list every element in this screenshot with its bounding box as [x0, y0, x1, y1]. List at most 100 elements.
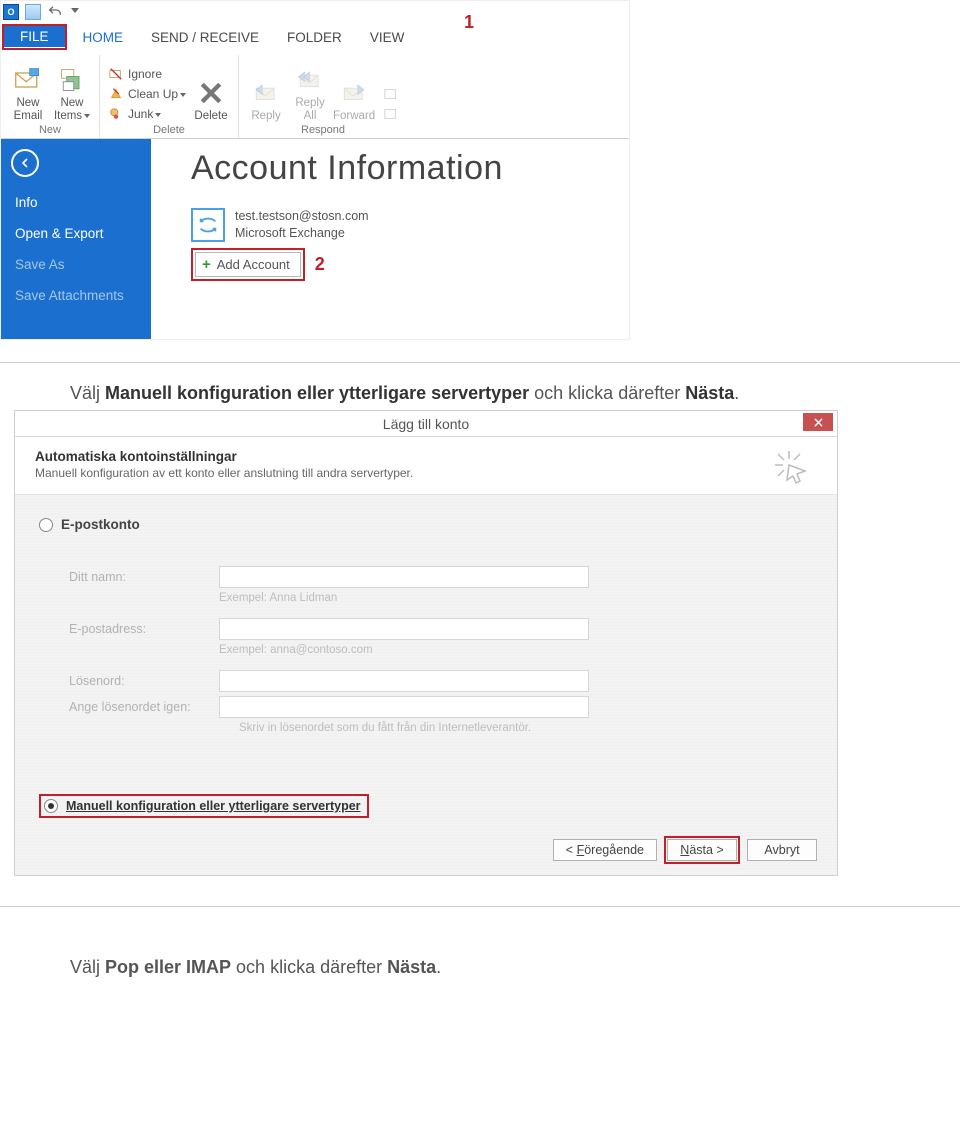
ribbon-body: NewEmail NewItems New — [1, 51, 629, 139]
group-label-delete: Delete — [153, 123, 185, 138]
email-hint: Exempel: anna@contoso.com — [219, 644, 813, 656]
new-items-label: NewItems — [54, 97, 90, 123]
password2-input[interactable] — [219, 696, 589, 718]
backstage-item-save-as[interactable]: Save As — [1, 249, 151, 280]
add-account-dialog: Lägg till konto Automatiska kontoinställ… — [14, 410, 838, 876]
backstage-view: Info Open & Export Save As Save Attachme… — [1, 139, 629, 339]
new-email-button[interactable]: NewEmail — [7, 62, 49, 123]
reply-all-label: ReplyAll — [295, 97, 324, 123]
reply-all-icon — [294, 64, 326, 96]
ribbon-group-new: NewEmail NewItems New — [1, 55, 100, 138]
cursor-click-icon — [771, 447, 811, 490]
reply-all-button[interactable]: ReplyAll — [289, 62, 331, 123]
dialog-header: Automatiska kontoinställningar Manuell k… — [15, 437, 837, 495]
dialog-body: E-postkonto Ditt namn: Exempel: Anna Lid… — [15, 495, 837, 875]
new-items-icon — [56, 64, 88, 96]
password2-label: Ange lösenordet igen: — [69, 700, 219, 714]
tab-folder[interactable]: FOLDER — [273, 23, 356, 51]
file-tab-highlight: FILE — [2, 24, 67, 50]
dialog-titlebar: Lägg till konto — [15, 411, 837, 437]
annotation-step-1: 1 — [464, 12, 474, 33]
tab-view[interactable]: VIEW — [356, 23, 419, 51]
ribbon-tabs: FILE HOME SEND / RECEIVE FOLDER VIEW — [1, 23, 629, 51]
account-type: Microsoft Exchange — [235, 225, 369, 242]
radio-checked-icon[interactable] — [44, 799, 58, 813]
add-account-button[interactable]: + Add Account — [195, 252, 301, 277]
outlook-logo-icon: O — [3, 4, 19, 20]
tab-file[interactable]: FILE — [4, 26, 65, 47]
ribbon-group-respond: Reply ReplyAll Forward Respond — [239, 55, 407, 138]
ignore-label: Ignore — [128, 67, 162, 81]
account-summary: test.testson@stosn.com Microsoft Exchang… — [191, 208, 629, 242]
reply-button[interactable]: Reply — [245, 75, 287, 123]
outlook-screenshot: 1 O FILE HOME SEND / RECEIVE FOLDER VIEW — [0, 0, 960, 340]
email-input[interactable] — [219, 618, 589, 640]
tab-send-receive[interactable]: SEND / RECEIVE — [137, 23, 273, 51]
reply-icon — [250, 77, 282, 109]
more-icon — [383, 106, 399, 122]
meeting-button[interactable] — [381, 85, 401, 103]
backstage-sidebar: Info Open & Export Save As Save Attachme… — [1, 139, 151, 339]
dialog-title: Lägg till konto — [383, 416, 469, 432]
backstage-item-open-export[interactable]: Open & Export — [1, 218, 151, 249]
account-email: test.testson@stosn.com — [235, 208, 369, 225]
name-input[interactable] — [219, 566, 589, 588]
qat-dropdown-icon[interactable] — [71, 8, 79, 16]
new-items-button[interactable]: NewItems — [51, 62, 93, 123]
clean-up-button[interactable]: Clean Up — [106, 85, 188, 103]
junk-label: Junk — [128, 107, 161, 121]
add-account-highlight: + Add Account — [191, 248, 305, 281]
forward-button[interactable]: Forward — [333, 75, 375, 123]
ignore-button[interactable]: Ignore — [106, 65, 188, 83]
dialog-button-row: < Föregående Nästa > Avbryt — [553, 839, 817, 861]
radio-manual-highlight: Manuell konfiguration eller ytterligare … — [39, 794, 369, 818]
exchange-icon — [191, 208, 225, 242]
tab-home[interactable]: HOME — [69, 23, 138, 51]
backstage-item-info[interactable]: Info — [1, 187, 151, 218]
radio-manual-label[interactable]: Manuell konfiguration eller ytterligare … — [66, 799, 361, 813]
add-account-label: Add Account — [217, 257, 290, 272]
delete-button[interactable]: Delete — [190, 75, 232, 123]
forward-icon — [338, 77, 370, 109]
more-respond-button[interactable] — [381, 105, 401, 123]
email-label: E-postadress: — [69, 622, 219, 636]
plus-icon: + — [202, 256, 211, 273]
back-button-dialog[interactable]: < Föregående — [553, 839, 657, 861]
annotation-step-2: 2 — [315, 254, 325, 275]
delete-label: Delete — [194, 110, 227, 123]
next-button[interactable]: Nästa > — [667, 839, 737, 861]
name-label: Ditt namn: — [69, 570, 219, 584]
ribbon-group-delete: Ignore Clean Up Junk — [100, 55, 239, 138]
section-divider — [0, 362, 960, 363]
clean-up-icon — [108, 86, 124, 102]
dialog-close-button[interactable] — [803, 413, 833, 431]
group-label-respond: Respond — [301, 123, 345, 138]
send-receive-icon[interactable] — [25, 4, 41, 20]
dialog-header-sub: Manuell konfiguration av ett konto eller… — [35, 466, 817, 480]
forward-label: Forward — [333, 110, 375, 123]
back-button[interactable] — [11, 149, 39, 177]
account-info-title: Account Information — [191, 149, 629, 188]
meeting-icon — [383, 86, 399, 102]
backstage-item-save-attachments[interactable]: Save Attachments — [1, 280, 151, 311]
dialog-header-title: Automatiska kontoinställningar — [35, 449, 817, 464]
email-account-form: Ditt namn: Exempel: Anna Lidman E-postad… — [69, 566, 813, 734]
instruction-text-2: Välj Pop eller IMAP och klicka därefter … — [0, 927, 960, 984]
envelope-icon — [12, 64, 44, 96]
delete-x-icon — [195, 77, 227, 109]
ignore-icon — [108, 66, 124, 82]
password-label: Lösenord: — [69, 674, 219, 688]
radio-icon — [39, 518, 53, 532]
junk-icon — [108, 106, 124, 122]
name-hint: Exempel: Anna Lidman — [219, 592, 813, 604]
undo-icon[interactable] — [47, 4, 63, 20]
password-input[interactable] — [219, 670, 589, 692]
radio-email-label: E-postkonto — [61, 517, 140, 532]
junk-button[interactable]: Junk — [106, 105, 188, 123]
radio-email-account[interactable]: E-postkonto — [39, 517, 813, 532]
password-hint: Skriv in lösenordet som du fått från din… — [239, 722, 813, 734]
cancel-button[interactable]: Avbryt — [747, 839, 817, 861]
reply-label: Reply — [251, 110, 280, 123]
backstage-content: Account Information test.testson@stosn.c… — [151, 139, 629, 339]
clean-up-label: Clean Up — [128, 87, 186, 101]
